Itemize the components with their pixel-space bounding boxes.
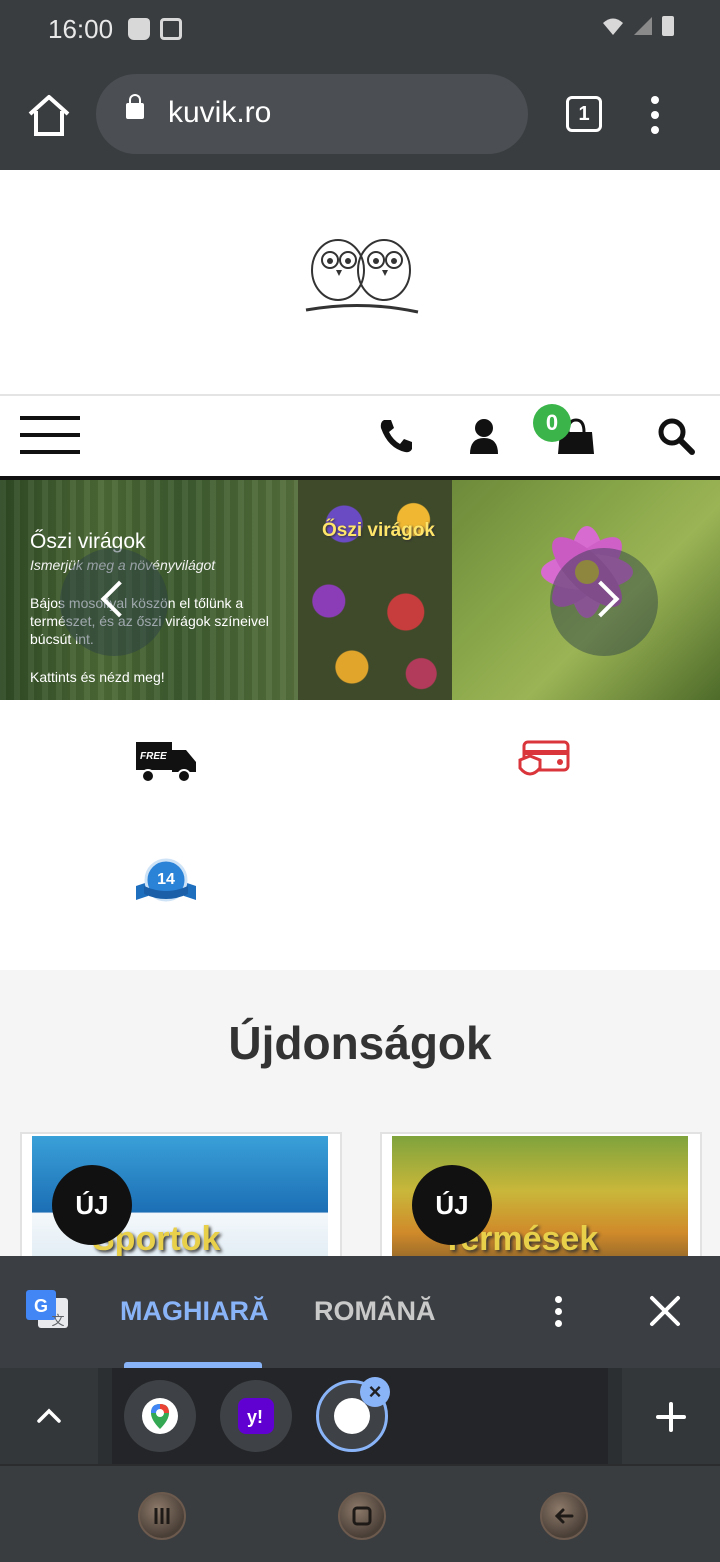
translate-menu-icon[interactable] (555, 1296, 565, 1332)
cart-count-badge: 0 (533, 404, 571, 442)
plus-icon (656, 1402, 686, 1432)
back-button[interactable] (540, 1492, 588, 1540)
new-products-title: Újdonságok (228, 1017, 492, 1069)
new-badge: ÚJ (412, 1165, 492, 1245)
tab-strip-collapse[interactable] (0, 1368, 98, 1464)
slider-next-button[interactable] (550, 548, 658, 656)
tab-google-maps[interactable] (124, 1380, 196, 1452)
search-icon[interactable] (656, 416, 696, 456)
free-shipping-truck-icon: FREE (136, 742, 196, 783)
signal-icon (634, 17, 652, 35)
site-header (0, 170, 720, 396)
lock-icon (126, 94, 144, 119)
recents-icon (154, 1508, 170, 1524)
svg-text:G: G (34, 1296, 48, 1316)
translate-bar: G 文 MAGHIARĂ ROMÂNĂ (0, 1256, 720, 1368)
address-bar[interactable]: kuvik.ro (96, 74, 528, 154)
site-nav (0, 396, 720, 480)
chevron-up-icon (37, 1408, 61, 1423)
battery-icon (662, 16, 674, 36)
svg-text:y!: y! (247, 1407, 263, 1427)
screenshot-icon (160, 18, 182, 40)
hamburger-menu-icon[interactable] (20, 416, 80, 467)
collage-title: Őszi virágok (322, 520, 435, 541)
new-tab-button[interactable] (622, 1368, 720, 1464)
language-option-source[interactable]: MAGHIARĂ (120, 1296, 269, 1327)
close-tab-icon[interactable]: × (360, 1377, 390, 1407)
close-icon[interactable] (648, 1294, 682, 1328)
google-translate-icon: G 文 (26, 1290, 68, 1328)
svg-text:文: 文 (51, 1313, 64, 1328)
return-days-badge-icon: 14 (136, 858, 196, 902)
system-navigation-bar (0, 1464, 720, 1562)
chevron-left-icon (100, 580, 138, 618)
owl-logo[interactable] (300, 230, 424, 326)
days-badge-number: 14 (157, 871, 175, 888)
chevron-right-icon (582, 580, 620, 618)
home-square-icon (352, 1506, 372, 1526)
shopping-bag-icon (128, 18, 150, 40)
url-text: kuvik.ro (168, 96, 272, 129)
features-section: FREE 14 (0, 700, 720, 970)
tab-yahoo[interactable]: y! (220, 1380, 292, 1452)
recent-apps-button[interactable] (138, 1492, 186, 1540)
browser-toolbar: kuvik.ro 1 (0, 62, 720, 170)
flowers-collage-image (298, 480, 452, 700)
home-button[interactable] (338, 1492, 386, 1540)
browser-menu-icon[interactable] (650, 96, 660, 141)
tab-strip: y! (0, 1368, 720, 1464)
tab-strip-tabs: y! (112, 1368, 608, 1464)
language-option-target[interactable]: ROMÂNĂ (314, 1296, 436, 1327)
tab-switcher-button[interactable]: 1 (566, 96, 602, 132)
account-icon[interactable] (464, 416, 504, 456)
home-icon[interactable] (26, 92, 72, 138)
free-label: FREE (140, 751, 167, 762)
new-badge: ÚJ (52, 1165, 132, 1245)
yahoo-icon: y! (238, 1398, 274, 1434)
wifi-icon (603, 18, 623, 35)
slide-cta[interactable]: Kattints és nézd meg! (30, 669, 165, 685)
secure-payment-card-icon (518, 740, 570, 776)
status-bar: 16:00 (0, 0, 720, 62)
slider-prev-button[interactable] (60, 548, 168, 656)
back-arrow-icon (554, 1508, 574, 1524)
google-maps-icon (142, 1398, 178, 1434)
status-time: 16:00 (48, 14, 114, 44)
phone-icon[interactable] (376, 416, 416, 456)
